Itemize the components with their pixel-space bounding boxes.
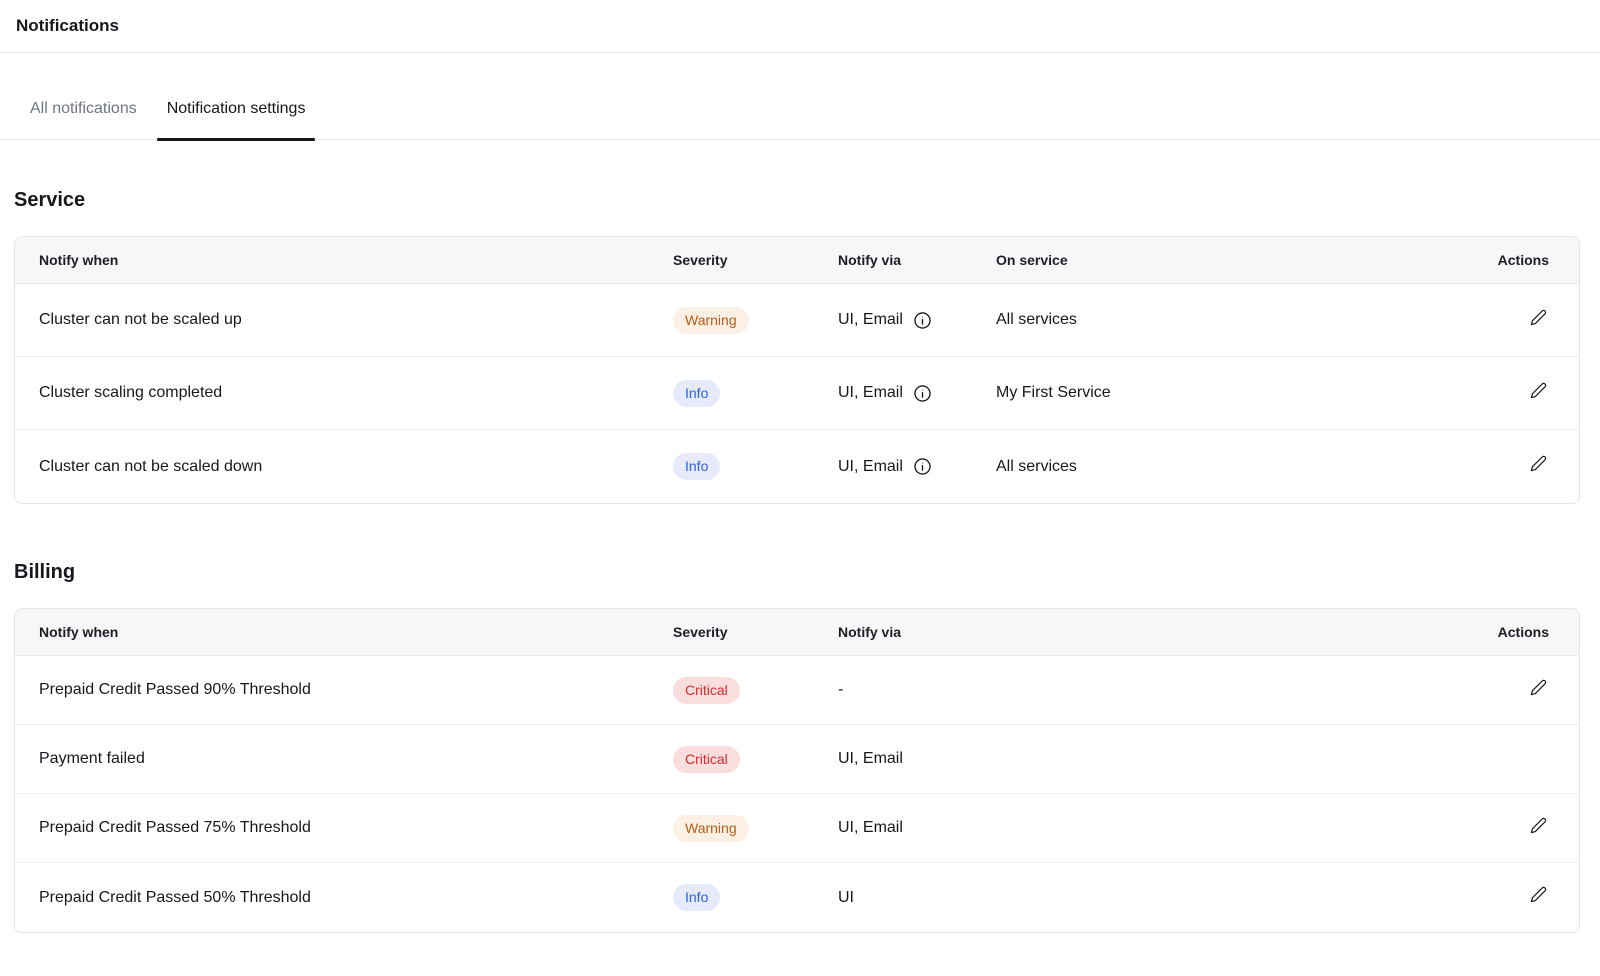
notify-via-text: UI, Email (838, 816, 903, 840)
cell-notify-via: UI, Email (838, 816, 1439, 840)
pencil-icon (1530, 309, 1547, 329)
billing-section: Billing Notify whenSeverityNotify viaAct… (14, 558, 1580, 933)
cell-notify-when: Prepaid Credit Passed 75% Threshold (15, 816, 673, 840)
column-header-notify-via: Notify via (838, 250, 996, 270)
cell-notify-when: Cluster can not be scaled down (15, 455, 673, 479)
cell-severity: Warning (673, 307, 838, 334)
info-circle-icon[interactable] (913, 384, 932, 403)
edit-button[interactable] (1528, 815, 1549, 839)
page-title: Notifications (16, 13, 1584, 39)
severity-badge-info: Info (673, 380, 720, 407)
notify-via-text: UI, Email (838, 308, 903, 332)
table-header-row: Notify whenSeverityNotify viaActions (15, 609, 1579, 656)
severity-badge-warning: Warning (673, 307, 749, 334)
column-header-notify-when: Notify when (15, 622, 673, 642)
cell-actions (1439, 677, 1579, 704)
section-title-billing: Billing (14, 558, 1580, 586)
table-row: Cluster can not be scaled downInfo UI, Em… (15, 430, 1579, 503)
severity-badge-critical: Critical (673, 677, 740, 704)
pencil-icon (1530, 817, 1547, 837)
cell-severity: Info (673, 884, 838, 911)
edit-button[interactable] (1528, 453, 1549, 477)
column-header-notify-via: Notify via (838, 622, 1439, 642)
service-section: Service Notify whenSeverityNotify viaOn … (14, 186, 1580, 504)
notify-via-text: - (838, 678, 843, 702)
cell-notify-via: UI, Email (838, 455, 996, 479)
page-header: Notifications (0, 0, 1600, 53)
column-header-actions: Actions (1439, 250, 1579, 270)
cell-severity: Warning (673, 815, 838, 842)
cell-actions (1439, 815, 1579, 842)
billing-notification-table: Notify whenSeverityNotify viaActionsPrep… (14, 608, 1580, 933)
info-circle-icon[interactable] (913, 457, 932, 476)
table-row: Cluster scaling completedInfo UI, Email My… (15, 357, 1579, 430)
edit-button[interactable] (1528, 677, 1549, 701)
pencil-icon (1530, 886, 1547, 906)
tab-all-notifications[interactable]: All notifications (20, 97, 147, 139)
notify-via-text: UI, Email (838, 381, 903, 405)
cell-notify-via: UI, Email (838, 381, 996, 405)
edit-button[interactable] (1528, 380, 1549, 404)
edit-button[interactable] (1528, 307, 1549, 331)
cell-actions (1439, 884, 1579, 911)
severity-badge-critical: Critical (673, 746, 740, 773)
cell-severity: Info (673, 380, 838, 407)
cell-on-service: My First Service (996, 381, 1439, 405)
cell-on-service: All services (996, 455, 1439, 479)
table-row: Cluster can not be scaled upWarning UI, E… (15, 284, 1579, 357)
cell-notify-when: Payment failed (15, 747, 673, 771)
main-content: Service Notify whenSeverityNotify viaOn … (0, 186, 1600, 933)
section-title-service: Service (14, 186, 1580, 214)
pencil-icon (1530, 455, 1547, 475)
column-header-notify-when: Notify when (15, 250, 673, 270)
column-header-on-service: On service (996, 250, 1439, 270)
cell-notify-via: - (838, 678, 1439, 702)
severity-badge-info: Info (673, 453, 720, 480)
cell-notify-when: Prepaid Credit Passed 50% Threshold (15, 886, 673, 910)
table-row: Prepaid Credit Passed 50% ThresholdInfo U… (15, 863, 1579, 932)
tab-bar: All notifications Notification settings (0, 97, 1600, 140)
notify-via-text: UI, Email (838, 455, 903, 479)
cell-actions (1439, 307, 1579, 334)
severity-badge-info: Info (673, 884, 720, 911)
cell-notify-when: Cluster scaling completed (15, 381, 673, 405)
cell-notify-via: UI (838, 886, 1439, 910)
cell-on-service: All services (996, 308, 1439, 332)
cell-notify-when: Cluster can not be scaled up (15, 308, 673, 332)
info-circle-icon[interactable] (913, 311, 932, 330)
tab-notification-settings[interactable]: Notification settings (157, 97, 316, 139)
table-row: Prepaid Credit Passed 75% ThresholdWarni… (15, 794, 1579, 863)
cell-severity: Info (673, 453, 838, 480)
column-header-actions: Actions (1439, 622, 1579, 642)
table-row: Prepaid Credit Passed 90% ThresholdCriti… (15, 656, 1579, 725)
pencil-icon (1530, 679, 1547, 699)
cell-notify-when: Prepaid Credit Passed 90% Threshold (15, 678, 673, 702)
table-header-row: Notify whenSeverityNotify viaOn serviceA… (15, 237, 1579, 284)
column-header-severity: Severity (673, 250, 838, 270)
notify-via-text: UI (838, 886, 854, 910)
cell-severity: Critical (673, 746, 838, 773)
column-header-severity: Severity (673, 622, 838, 642)
cell-notify-via: UI, Email (838, 747, 1439, 771)
table-row: Payment failedCritical UI, Email (15, 725, 1579, 794)
cell-actions (1439, 380, 1579, 407)
service-notification-table: Notify whenSeverityNotify viaOn serviceA… (14, 236, 1580, 504)
cell-actions (1439, 453, 1579, 480)
edit-button[interactable] (1528, 884, 1549, 908)
pencil-icon (1530, 382, 1547, 402)
severity-badge-warning: Warning (673, 815, 749, 842)
notify-via-text: UI, Email (838, 747, 903, 771)
cell-notify-via: UI, Email (838, 308, 996, 332)
cell-severity: Critical (673, 677, 838, 704)
